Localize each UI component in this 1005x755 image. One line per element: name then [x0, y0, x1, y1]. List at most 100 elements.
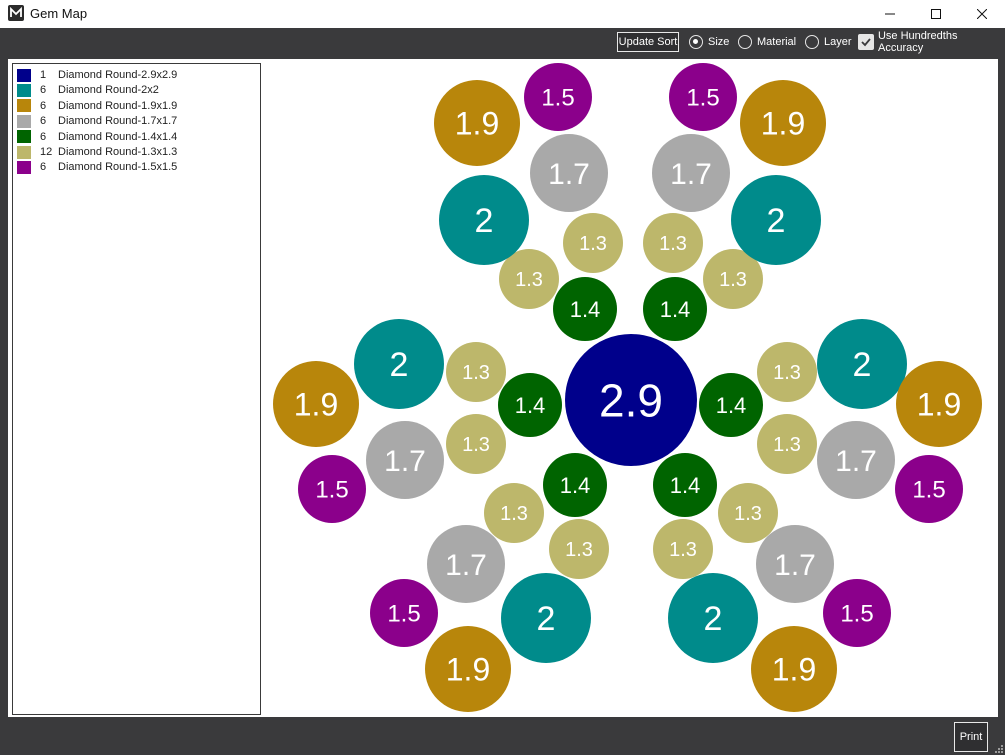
- gem-circle[interactable]: 1.5: [524, 63, 592, 131]
- gem-size-label: 2: [475, 202, 494, 240]
- minimize-icon: [885, 13, 895, 15]
- gem-circle[interactable]: 1.3: [757, 414, 817, 474]
- minimize-button[interactable]: [867, 0, 913, 28]
- gem-circle[interactable]: 1.7: [427, 525, 505, 603]
- radio-label: Material: [757, 36, 797, 48]
- legend-swatch: [17, 83, 31, 97]
- legend-count: 12: [40, 146, 53, 158]
- gem-size-label: 1.3: [462, 434, 490, 456]
- gem-size-label: 1.7: [548, 158, 590, 191]
- gem-size-label: 1.4: [560, 473, 591, 498]
- resize-grip-icon[interactable]: [992, 742, 1004, 754]
- gem-circle[interactable]: 1.5: [823, 579, 891, 647]
- gem-size-label: 1.4: [716, 393, 747, 418]
- gem-size-label: 1.3: [462, 362, 490, 384]
- gem-size-label: 1.5: [912, 477, 945, 504]
- gem-circle[interactable]: 1.7: [530, 134, 608, 212]
- close-icon: [977, 9, 987, 19]
- gem-circle[interactable]: 2: [354, 319, 444, 409]
- legend-name: Diamond Round-2x2: [58, 84, 159, 97]
- gem-circle[interactable]: 1.3: [643, 213, 703, 273]
- gem-circle[interactable]: 1.5: [298, 455, 366, 523]
- gem-circle[interactable]: 1.3: [446, 414, 506, 474]
- legend-name: Diamond Round-2.9x2.9: [58, 69, 178, 81]
- gem-size-label: 1.3: [579, 233, 607, 255]
- gem-size-label: 1.4: [670, 473, 701, 498]
- gem-circle[interactable]: 1.3: [563, 213, 623, 273]
- gem-circle[interactable]: 1.5: [895, 455, 963, 523]
- gem-circle[interactable]: 1.4: [653, 453, 717, 517]
- gem-size-label: 1.3: [515, 269, 543, 291]
- gem-circle[interactable]: 2: [668, 573, 758, 663]
- title-bar: Gem Map: [0, 0, 1005, 28]
- gem-circle[interactable]: 1.3: [718, 483, 778, 543]
- gem-circle[interactable]: 1.3: [446, 342, 506, 402]
- legend-swatch: [17, 114, 31, 128]
- gem-circle[interactable]: 2: [439, 175, 529, 265]
- gem-circle[interactable]: 1.7: [817, 421, 895, 499]
- close-button[interactable]: [959, 0, 1005, 28]
- print-button[interactable]: Print: [954, 722, 988, 752]
- gem-circle[interactable]: 2: [817, 319, 907, 409]
- gem-size-label: 1.7: [670, 158, 712, 191]
- gem-circle[interactable]: 1.4: [498, 373, 562, 437]
- legend-swatch: [17, 99, 31, 113]
- gem-circle[interactable]: 1.9: [896, 361, 982, 447]
- gem-circle[interactable]: 1.9: [740, 80, 826, 166]
- window-title: Gem Map: [30, 6, 88, 21]
- gem-circle[interactable]: 1.9: [425, 626, 511, 712]
- gem-circle[interactable]: 1.7: [756, 525, 834, 603]
- gem-circle[interactable]: 1.3: [549, 519, 609, 579]
- legend-count: 6: [40, 161, 47, 174]
- legend-count: 6: [40, 115, 47, 128]
- gem-circle[interactable]: 2.9: [565, 334, 697, 466]
- gem-circle[interactable]: 1.4: [643, 277, 707, 341]
- sort-by-material-radio[interactable]: Material: [738, 33, 796, 51]
- legend-count: 6: [40, 84, 47, 97]
- gem-circle[interactable]: 2: [501, 573, 591, 663]
- gem-circle[interactable]: 1.7: [652, 134, 730, 212]
- legend-name: Diamond Round-1.7x1.7: [58, 115, 178, 128]
- gem-size-label: 1.5: [387, 601, 420, 628]
- gem-size-label: 1.5: [541, 85, 574, 112]
- gem-circle[interactable]: 2: [731, 175, 821, 265]
- sort-by-size-radio[interactable]: Size: [689, 33, 729, 51]
- gem-map-window: Gem Map Update Sort Size Material Layer …: [0, 0, 1005, 755]
- gem-circle[interactable]: 1.5: [669, 63, 737, 131]
- update-sort-button[interactable]: Update Sort: [617, 32, 679, 52]
- gem-size-label: 1.3: [659, 233, 687, 255]
- radio-icon: [805, 35, 819, 49]
- hundredths-accuracy-checkbox[interactable]: Use Hundredths Accuracy: [858, 30, 1005, 54]
- gem-circle[interactable]: 1.3: [653, 519, 713, 579]
- gem-circle[interactable]: 1.3: [484, 483, 544, 543]
- gem-circle[interactable]: 1.7: [366, 421, 444, 499]
- gem-circle[interactable]: 1.4: [543, 453, 607, 517]
- gem-circle[interactable]: 1.9: [273, 361, 359, 447]
- legend-swatch: [17, 160, 31, 174]
- gem-circle[interactable]: 1.9: [751, 626, 837, 712]
- gem-circle[interactable]: 1.5: [370, 579, 438, 647]
- checkbox-label: Use Hundredths Accuracy: [877, 30, 958, 54]
- gem-circle[interactable]: 1.9: [434, 80, 520, 166]
- gem-size-label: 1.9: [446, 652, 490, 688]
- gem-circle[interactable]: 1.4: [553, 277, 617, 341]
- legend-name: Diamond Round-1.9x1.9: [58, 99, 178, 112]
- gem-size-label: 1.9: [455, 106, 499, 142]
- gem-size-label: 1.7: [445, 549, 487, 582]
- legend-swatch: [17, 145, 31, 159]
- radio-icon: [738, 35, 752, 49]
- gem-size-label: 1.5: [686, 85, 719, 112]
- legend-swatch: [17, 130, 31, 144]
- gem-size-label: 1.5: [840, 601, 873, 628]
- gem-circle[interactable]: 1.4: [699, 373, 763, 437]
- sort-by-layer-radio[interactable]: Layer: [805, 33, 852, 51]
- maximize-button[interactable]: [913, 0, 959, 28]
- legend-count: 6: [40, 130, 47, 143]
- gem-circle[interactable]: 1.3: [757, 342, 817, 402]
- gem-size-label: 1.4: [660, 297, 691, 322]
- radio-label: Size: [708, 36, 730, 48]
- legend-item: 6 Diamond Round-1.9x1.9: [17, 99, 177, 113]
- gem-size-label: 1.4: [570, 297, 601, 322]
- legend-item: 12 Diamond Round-1.3x1.3: [17, 145, 177, 159]
- legend-item: 6 Diamond Round-1.7x1.7: [17, 114, 177, 128]
